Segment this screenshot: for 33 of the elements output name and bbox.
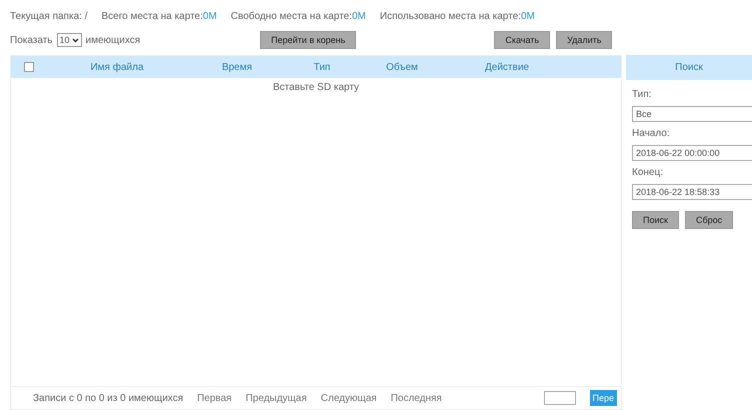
show-suffix: имеющихся <box>86 34 140 46</box>
column-header: Объем <box>385 62 419 72</box>
root-button[interactable]: Перейти в корень <box>260 31 356 49</box>
select-all-checkbox[interactable] <box>24 62 34 72</box>
start-label: Начало: <box>631 127 671 141</box>
storage-stat: Всего места на карте:0M <box>101 10 217 22</box>
column-header: Тип <box>312 62 332 72</box>
pager-link[interactable]: Первая <box>197 392 232 404</box>
pager-link[interactable]: Следующая <box>320 392 377 404</box>
pager-link[interactable]: Предыдущая <box>246 392 307 404</box>
page-size-select[interactable]: 10 <box>56 33 82 47</box>
type-label: Тип: <box>631 88 652 102</box>
column-header: Время <box>220 62 254 72</box>
current-folder: Текущая папка: / <box>10 10 88 22</box>
empty-message: Вставьте SD карту <box>272 82 360 93</box>
dropdown-caret-icon <box>72 38 79 42</box>
record-summary: Записи с 0 по 0 из 0 имеющихся <box>33 392 184 404</box>
type-select[interactable]: Все <box>632 106 752 122</box>
end-field[interactable]: 2018-06-22 18:58:33 <box>632 184 752 200</box>
start-field[interactable]: 2018-06-22 00:00:00 <box>632 145 752 161</box>
search-panel-header: Поиск <box>626 55 752 80</box>
page-input[interactable] <box>544 391 576 405</box>
action-button[interactable]: Скачать <box>494 31 550 49</box>
column-header: Имя файла <box>89 62 145 72</box>
storage-stat: Свободно места на карте:0M <box>230 10 366 22</box>
action-button[interactable]: Удалить <box>556 31 612 49</box>
storage-stat: Использовано места на карте:0M <box>380 10 535 22</box>
search-panel-button[interactable]: Поиск <box>632 211 679 229</box>
end-label: Конец: <box>631 166 664 180</box>
show-label: Показать <box>10 34 53 46</box>
pager-link[interactable]: Последняя <box>390 392 442 404</box>
search-panel-button[interactable]: Сброс <box>684 211 734 229</box>
column-header: Действие <box>484 62 530 72</box>
